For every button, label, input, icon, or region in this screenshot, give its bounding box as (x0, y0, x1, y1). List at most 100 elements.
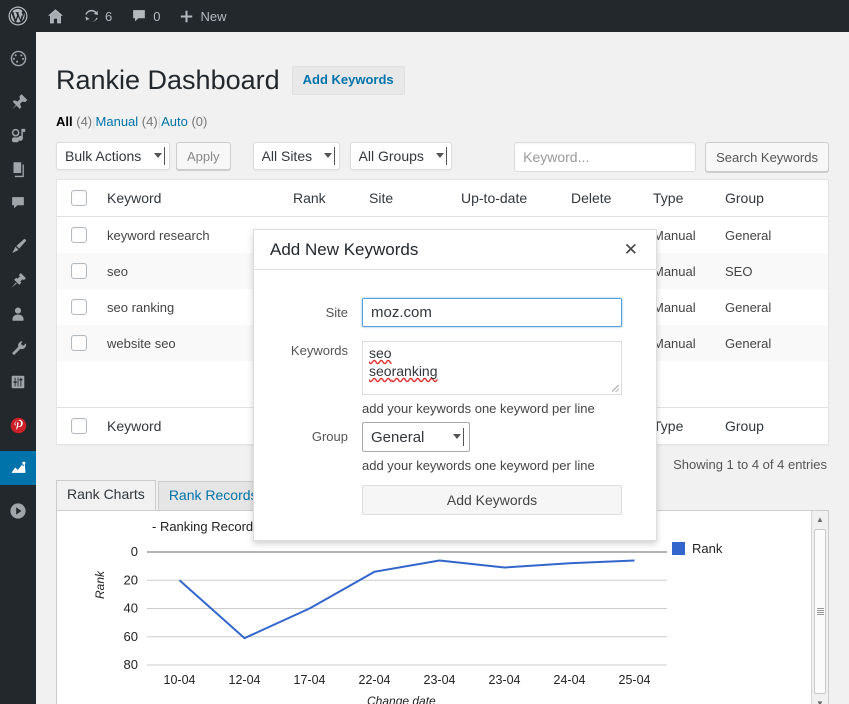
search-input[interactable] (514, 142, 696, 172)
scrollbar-thumb[interactable] (814, 529, 826, 694)
svg-text:0: 0 (131, 544, 138, 559)
group-select[interactable]: General (362, 422, 470, 452)
status-filter-links: All (4) | Manual (4) | Auto (0) (56, 114, 829, 129)
svg-text:25-04: 25-04 (619, 673, 651, 687)
column-delete[interactable]: Delete (561, 180, 643, 217)
all-sites-select[interactable]: All Sites (253, 142, 340, 170)
sidebar-item-appearance[interactable] (0, 229, 36, 263)
legend-label-rank: Rank (692, 541, 722, 556)
modal-header: Add New Keywords ✕ (254, 230, 656, 270)
row-checkbox-cell[interactable] (57, 217, 98, 254)
wp-admin-bar: 6 0 New (0, 0, 849, 32)
scroll-up-icon[interactable]: ▲ (812, 511, 828, 528)
site-field-control (362, 298, 640, 327)
new-label: New (200, 9, 226, 24)
svg-text:10-04: 10-04 (164, 673, 196, 687)
column-group[interactable]: Group (715, 180, 829, 217)
filter-auto[interactable]: Auto (0) (161, 114, 207, 129)
sidebar-item-settings[interactable] (0, 365, 36, 399)
modal-body: Site Keywords seo seo ranking add your k… (254, 270, 656, 515)
sidebar-item-tools[interactable] (0, 331, 36, 365)
row-checkbox[interactable] (71, 263, 87, 279)
select-all-checkbox[interactable] (71, 190, 87, 206)
row-checkbox[interactable] (71, 299, 87, 315)
select-all-checkbox-footer[interactable] (71, 418, 87, 434)
tab-rank-records[interactable]: Rank Records (158, 481, 269, 511)
select-all-footer[interactable] (57, 407, 98, 444)
table-nav-top: Bulk Actions Apply All Sites All Groups (56, 142, 829, 170)
row-checkbox-cell[interactable] (57, 289, 98, 325)
filter-all[interactable]: All (4) (56, 114, 92, 129)
app-root: 6 0 New (0, 0, 849, 704)
modal-title: Add New Keywords (270, 240, 622, 260)
svg-text:20: 20 (124, 572, 138, 587)
site-input[interactable] (362, 298, 622, 327)
keywords-line-1: seo (369, 344, 392, 362)
column-site[interactable]: Site (359, 180, 451, 217)
filter-auto-link[interactable]: Auto (161, 114, 188, 129)
keywords-line-2-rest: ranking (392, 362, 438, 380)
row-checkbox-cell[interactable] (57, 325, 98, 361)
sidebar-item-dashboard[interactable] (0, 41, 36, 75)
new-content-button[interactable]: New (169, 0, 235, 32)
chart-icon (9, 459, 28, 478)
keywords-textarea[interactable]: seo seo ranking (362, 341, 622, 395)
column-type[interactable]: Type (643, 180, 715, 217)
scroll-down-icon[interactable]: ▼ (812, 695, 828, 704)
chart-vertical-scrollbar[interactable]: ▲ ▼ (811, 511, 828, 704)
sidebar-item-pinterest[interactable] (0, 408, 36, 442)
group-label: Group (270, 422, 362, 444)
page-title-text: Rankie Dashboard (56, 63, 280, 98)
group-hint: add your keywords one keyword per line (362, 458, 640, 473)
all-groups-select[interactable]: All Groups (350, 142, 452, 170)
sidebar-item-pages[interactable] (0, 152, 36, 186)
sidebar-item-posts[interactable] (0, 84, 36, 118)
table-header-row: Keyword Rank Site Up-to-date Delete Type… (57, 180, 829, 217)
search-keywords-button[interactable]: Search Keywords (705, 142, 829, 172)
column-uptodate[interactable]: Up-to-date (451, 180, 561, 217)
plug-icon (9, 271, 28, 290)
bulk-actions-select[interactable]: Bulk Actions (56, 142, 170, 170)
svg-text:24-04: 24-04 (554, 673, 586, 687)
close-icon[interactable]: ✕ (622, 237, 640, 262)
filter-all-link[interactable]: All (56, 114, 73, 129)
row-checkbox-cell[interactable] (57, 253, 98, 289)
comments-count: 0 (153, 9, 160, 24)
svg-text:40: 40 (124, 600, 138, 615)
updates-indicator[interactable]: 6 (74, 0, 121, 32)
sidebar-item-users[interactable] (0, 297, 36, 331)
keywords-field-row: Keywords seo seo ranking add your keywor… (270, 341, 640, 426)
sidebar-item-plugins[interactable] (0, 263, 36, 297)
footer-column-group[interactable]: Group (715, 407, 829, 444)
column-rank[interactable]: Rank (283, 180, 359, 217)
site-home-icon[interactable] (37, 0, 74, 32)
wrench-icon (9, 339, 28, 358)
column-keyword[interactable]: Keyword (97, 180, 283, 217)
select-all-header[interactable] (57, 180, 98, 217)
updates-count: 6 (105, 9, 112, 24)
pinterest-icon (9, 416, 28, 435)
play-circle-icon (8, 501, 28, 521)
row-checkbox[interactable] (71, 335, 87, 351)
apply-button[interactable]: Apply (176, 142, 231, 170)
svg-text:23-04: 23-04 (424, 673, 456, 687)
row-checkbox[interactable] (71, 227, 87, 243)
tab-rank-charts[interactable]: Rank Charts (56, 480, 156, 511)
legend-swatch-rank (672, 542, 685, 555)
sidebar-item-media[interactable] (0, 118, 36, 152)
svg-text:80: 80 (124, 657, 138, 672)
resize-handle-icon[interactable] (612, 385, 619, 392)
sidebar-item-comments[interactable] (0, 186, 36, 220)
filter-manual[interactable]: Manual (4) (96, 114, 158, 129)
add-keywords-button[interactable]: Add Keywords (292, 66, 405, 95)
pin-icon (9, 92, 28, 111)
sidebar-item-rankie[interactable] (0, 451, 36, 485)
bulk-actions-wrapper: Bulk Actions (56, 142, 170, 170)
modal-add-keywords-button[interactable]: Add Keywords (362, 485, 622, 515)
wordpress-logo-icon[interactable] (0, 0, 37, 32)
comments-indicator[interactable]: 0 (121, 0, 169, 32)
filter-manual-link[interactable]: Manual (96, 114, 139, 129)
sidebar-item-media-player[interactable] (0, 494, 36, 528)
settings-sliders-icon (9, 373, 27, 391)
updates-icon (83, 8, 100, 25)
